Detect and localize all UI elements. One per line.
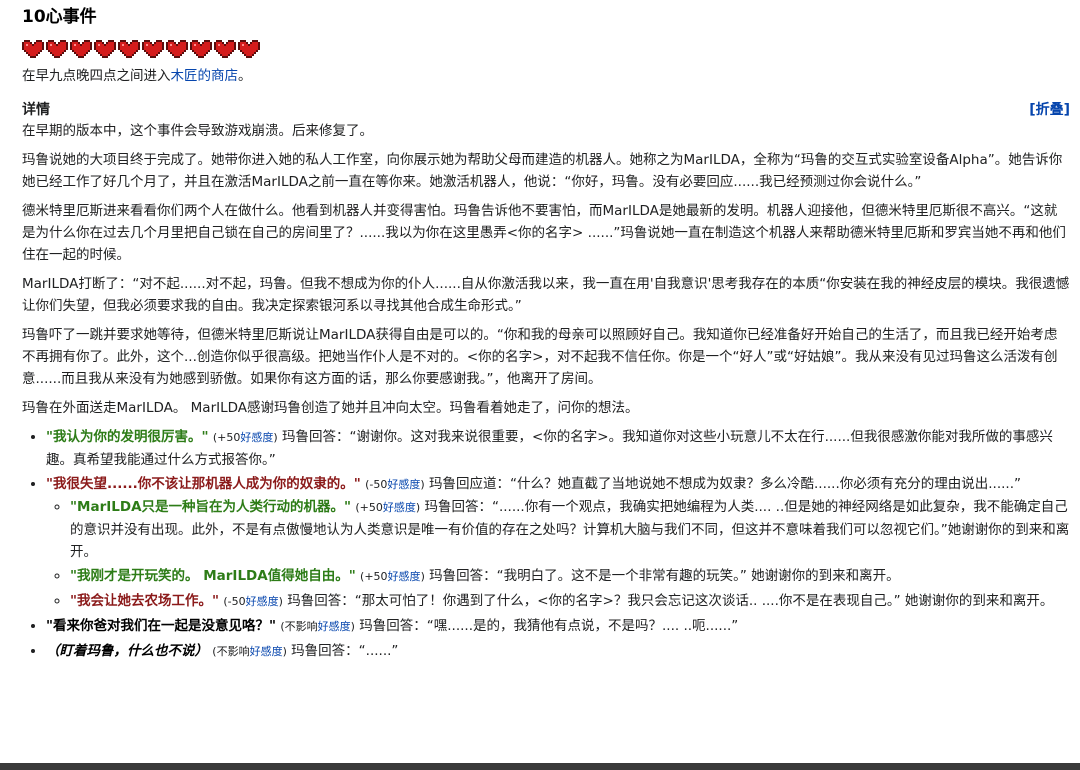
effect: (-50好感度) xyxy=(223,595,283,608)
affection-link[interactable]: 好感度 xyxy=(387,478,420,491)
choice-item: "我认为你的发明很厉害。" (+50好感度) 玛鲁回答：“谢谢你。这对我来说很重… xyxy=(46,426,1070,471)
choice-text: "MarILDA只是一种旨在为人类行动的机器。" xyxy=(70,499,352,515)
choice-text: "看来你爸对我们在一起是没意见咯？" xyxy=(46,618,277,634)
paragraph: 玛鲁在外面送走MarILDA。 MarILDA感谢玛鲁创造了她并且冲向太空。玛鲁… xyxy=(22,400,639,416)
effect: (不影响好感度) xyxy=(280,620,355,633)
choice-text: "我刚才是开玩笑的。 MarILDA值得她自由。" xyxy=(70,568,356,584)
choice-response: 玛鲁回答：“我明白了。这不是一个非常有趣的玩笑。” 她谢谢你的到来和离开。 xyxy=(424,568,900,584)
subchoice-item: "我会让她去农场工作。" (-50好感度) 玛鲁回答：“那太可怕了！你遇到了什么… xyxy=(70,590,1070,613)
paragraph: 德米特里厄斯进来看看你们两个人在做什么。他看到机器人并变得害怕。玛鲁告诉他不要害… xyxy=(22,203,1066,263)
heart-row xyxy=(22,38,1070,60)
effect: (+50好感度) xyxy=(212,431,278,444)
choice-text: "我认为你的发明很厉害。" xyxy=(46,429,209,445)
trigger-suffix: 。 xyxy=(238,68,252,84)
choice-response: 玛鲁回答：“那太可怕了！你遇到了什么，<你的名字>？我只会忘记这次谈话.. ..… xyxy=(282,593,1054,609)
choice-response: 玛鲁回应道：“什么？她直截了当地说她不想成为奴隶？多么冷酷......你必须有充… xyxy=(424,476,1021,492)
affection-link[interactable]: 好感度 xyxy=(250,645,283,658)
choice-item: "我很失望......你不该让那机器人成为你的奴隶的。" (-50好感度) 玛鲁… xyxy=(46,473,1070,613)
choice-text: "我会让她去农场工作。" xyxy=(70,593,220,609)
heart-icon xyxy=(70,38,92,58)
subchoice-list: "MarILDA只是一种旨在为人类行动的机器。" (+50好感度) 玛鲁回答：“… xyxy=(46,496,1070,613)
heart-icon xyxy=(214,38,236,58)
affection-link[interactable]: 好感度 xyxy=(318,620,351,633)
carpenter-shop-link[interactable]: 木匠的商店 xyxy=(171,68,239,84)
choice-item: （盯着玛鲁，什么也不说） (不影响好感度) 玛鲁回答：“......” xyxy=(46,640,1070,663)
choice-list: "我认为你的发明很厉害。" (+50好感度) 玛鲁回答：“谢谢你。这对我来说很重… xyxy=(22,426,1070,663)
heart-icon xyxy=(166,38,188,58)
effect: (-50好感度) xyxy=(365,478,425,491)
collapse-toggle[interactable]: [折叠] xyxy=(1029,100,1070,120)
heart-icon xyxy=(22,38,44,58)
affection-link[interactable]: 好感度 xyxy=(240,431,273,444)
affection-link[interactable]: 好感度 xyxy=(246,595,279,608)
heart-icon xyxy=(46,38,68,58)
choice-response: 玛鲁回答：“......” xyxy=(286,643,399,659)
affection-link[interactable]: 好感度 xyxy=(388,570,421,583)
heart-icon xyxy=(118,38,140,58)
heart-icon xyxy=(190,38,212,58)
paragraph: 在早期的版本中，这个事件会导致游戏崩溃。后来修复了。 xyxy=(22,123,373,139)
details-body: 在早期的版本中，这个事件会导致游戏崩溃。后来修复了。 玛鲁说她的大项目终于完成了… xyxy=(22,120,1070,663)
choice-item: "看来你爸对我们在一起是没意见咯？" (不影响好感度) 玛鲁回答：“嘿.....… xyxy=(46,615,1070,638)
paragraph: 玛鲁说她的大项目终于完成了。她带你进入她的私人工作室，向你展示她为帮助父母而建造… xyxy=(22,152,1063,190)
subchoice-item: "我刚才是开玩笑的。 MarILDA值得她自由。" (+50好感度) 玛鲁回答：… xyxy=(70,565,1070,588)
choice-text: "我很失望......你不该让那机器人成为你的奴隶的。" xyxy=(46,476,361,492)
details-title: 详情 xyxy=(22,102,50,118)
affection-link[interactable]: 好感度 xyxy=(383,501,416,514)
paragraph: 玛鲁吓了一跳并要求她等待，但德米特里厄斯说让MarILDA获得自由是可以的。“你… xyxy=(22,327,1058,387)
choice-text: （盯着玛鲁，什么也不说） xyxy=(46,643,208,659)
event-title: 10心事件 xyxy=(22,7,97,27)
details-header: 详情 [折叠] xyxy=(22,100,1070,120)
effect: (+50好感度) xyxy=(360,570,425,583)
window-bottom-bar xyxy=(0,763,1080,770)
heart-icon xyxy=(238,38,260,58)
paragraph: MarILDA打断了：“对不起......对不起，玛鲁。但我不想成为你的仆人..… xyxy=(22,276,1070,314)
choice-response: 玛鲁回答：“嘿......是的，我猜他有点说，不是吗？.... ..呃.....… xyxy=(354,618,739,634)
effect: (不影响好感度) xyxy=(212,645,287,658)
trigger-prefix: 在早九点晚四点之间进入 xyxy=(22,68,171,84)
heart-icon xyxy=(94,38,116,58)
heart-icon xyxy=(142,38,164,58)
subchoice-item: "MarILDA只是一种旨在为人类行动的机器。" (+50好感度) 玛鲁回答：“… xyxy=(70,496,1070,563)
event-trigger: 在早九点晚四点之间进入木匠的商店。 xyxy=(22,66,1070,86)
effect: (+50好感度) xyxy=(355,501,421,514)
